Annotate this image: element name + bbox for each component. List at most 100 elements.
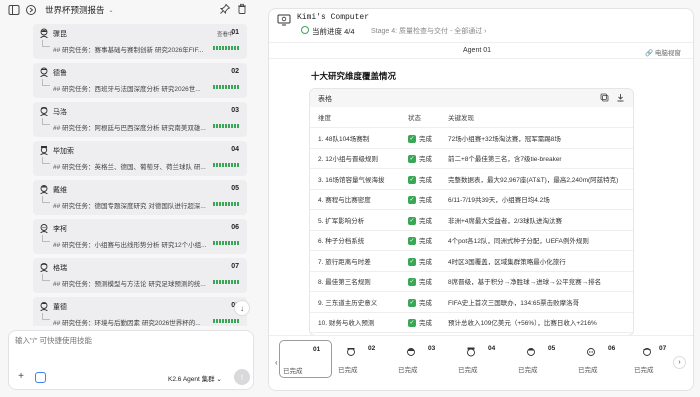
desktop-view-link[interactable]: 🔗 电脑视窗	[645, 47, 681, 57]
status-cell: ✓ 完成	[400, 230, 440, 251]
table-row: 10. 财务与收入预测 ✓ 完成 预计总收入109亿美元（+56%），比赛日收入+21…	[310, 312, 633, 333]
status-cell: ✓ 完成	[400, 250, 440, 272]
thumbnail-status: 已完成	[338, 367, 358, 374]
agent-thumbnail[interactable]: 03 已完成	[395, 340, 448, 378]
finding-cell: 完整数据表，最大92,967座(AT&T)，最高2,240m(阿兹特克)	[440, 168, 633, 190]
agent-thumbnail[interactable]: 05 已完成	[515, 340, 568, 378]
progress-bar	[213, 319, 239, 323]
status-cell: ✓ 完成	[400, 148, 440, 169]
thumbnail-number: 01	[313, 346, 321, 353]
chevron-down-icon[interactable]: ⌄	[109, 7, 114, 14]
finding-cell: 6/11-7/19共39天，小组赛日均4.2场	[440, 189, 633, 210]
table-row: 5. 扩军影响分析 ✓ 完成 非洲+4席最大受益者，2/3球队进淘汰赛	[310, 209, 633, 231]
tree-connector	[42, 40, 50, 47]
add-button[interactable]: +	[15, 371, 27, 383]
thumbnail-number: 03	[428, 345, 436, 352]
check-icon: ✓	[408, 196, 416, 205]
thumbnail-status: 已完成	[283, 368, 303, 375]
chevron-right-icon[interactable]: ›	[673, 356, 686, 369]
pin-icon[interactable]	[219, 3, 231, 15]
chevron-left-icon[interactable]: ‹	[275, 358, 278, 367]
thumbnail-status: 已完成	[634, 367, 654, 374]
new-chat-icon[interactable]	[25, 4, 37, 16]
agent-task: ## 研究任务：阿根廷与巴西深度分析 研究南美双雄...	[53, 125, 206, 132]
progress-bar	[213, 202, 239, 206]
agent-card[interactable]: 李柯 06 ## 研究任务：小组赛与出线形势分析 研究12个小组...	[33, 219, 247, 254]
agent-card[interactable]: 戴维 05 ## 研究任务：德国专题深度研究 对德国队进行超深...	[33, 180, 247, 215]
thumbnail-status: 已完成	[398, 367, 418, 374]
agent-card[interactable]: 毕加索 04 ## 研究任务：英格兰、德国、葡萄牙、荷兰球队 研...	[33, 141, 247, 176]
tree-connector	[42, 196, 50, 203]
desktop-view-label: 电脑视窗	[654, 50, 681, 57]
status-cell: ✓ 完成	[400, 189, 440, 210]
chat-input[interactable]	[15, 335, 249, 359]
progress-status-icon	[301, 26, 309, 34]
document-view: 十大研究维度覆盖情况 表格 维度 状态 关键发现 1. 48队104场赛制 ✓ 完成…	[269, 60, 693, 336]
trash-icon[interactable]	[236, 3, 248, 15]
progress-bar	[213, 46, 239, 50]
send-button[interactable]: ↑	[234, 369, 250, 385]
stage-link[interactable]: Stage 4: 质量检查与交付 - 全部通过 ›	[371, 26, 487, 36]
dimension-cell: 7. 旅行距离与时差	[310, 250, 400, 272]
progress-bar	[213, 85, 239, 89]
column-header: 关键发现	[440, 107, 633, 128]
person-icon	[525, 346, 537, 358]
agent-name: 李柯	[53, 226, 67, 233]
agent-task: ## 研究任务：赛事基础与赛制创新 研究2026年FIF...	[53, 47, 204, 54]
agent-thumbnail[interactable]: 04 已完成	[455, 340, 508, 378]
copy-icon[interactable]	[600, 93, 609, 102]
tree-connector	[42, 157, 50, 164]
scroll-down-button[interactable]: ↓	[234, 300, 250, 316]
sidebar-toggle-icon[interactable]	[8, 4, 20, 16]
agent-number: 06	[231, 224, 239, 231]
status-text: 完成	[419, 299, 432, 307]
agent-task: ## 研究任务：预测模型与方法论 研究足球预测的统...	[53, 281, 206, 288]
agent-number: 07	[231, 263, 239, 270]
table-row: 4. 赛程与比赛密度 ✓ 完成 6/11-7/19共39天，小组赛日均4.2场	[310, 189, 633, 210]
agent-name: 马洛	[53, 109, 67, 116]
finding-cell: 4时区3国覆盖，区域集群策略最小化旅行	[440, 250, 633, 272]
person-icon	[39, 223, 49, 233]
check-icon: ✓	[408, 134, 416, 143]
download-icon[interactable]	[616, 93, 625, 102]
computer-icon	[277, 14, 291, 26]
agent-thumbnail[interactable]: 02 已完成	[335, 340, 388, 378]
thumbnail-number: 05	[548, 345, 556, 352]
dimension-cell: 1. 48队104场赛制	[310, 127, 400, 149]
table-row: 2. 12小组与晋级规则 ✓ 完成 前二+8个最佳第三名，含7级tie-breaker	[310, 148, 633, 169]
person-icon	[39, 184, 49, 194]
agent-card[interactable]: 骤昆 查看中 01 ## 研究任务：赛事基础与赛制创新 研究2026年FIF..…	[33, 24, 247, 59]
agent-number: 04	[231, 146, 239, 153]
agent-card[interactable]: 马洛 03 ## 研究任务：阿根廷与巴西深度分析 研究南美双雄...	[33, 102, 247, 137]
agent-task: ## 研究任务：西班牙与法国深度分析 研究2026世...	[53, 86, 201, 93]
tree-connector	[42, 313, 50, 320]
agent-card[interactable]: 董德 08 ## 研究任务：环境与后勤因素 研究2026世界杯的...	[33, 297, 247, 326]
agent-card[interactable]: 德鲁 02 ## 研究任务：西班牙与法国深度分析 研究2026世...	[33, 63, 247, 98]
document-heading: 十大研究维度覆盖情况	[311, 71, 397, 81]
agent-mode-icon[interactable]	[35, 372, 46, 383]
finding-cell: 预计总收入109亿美元（+56%），比赛日收入+216%	[440, 312, 633, 333]
status-text: 完成	[419, 279, 432, 287]
tree-connector	[42, 118, 50, 125]
progress-label: 当前进度 4/4	[312, 27, 355, 36]
dimension-cell: 5. 扩军影响分析	[310, 209, 400, 231]
agent-thumbnails: 01 已完成 ‹ 02 已完成 03 已完成 04 已完成 05 已完成 06 …	[269, 335, 693, 390]
agent-number: 03	[231, 107, 239, 114]
person-icon	[39, 301, 49, 311]
status-text: 完成	[419, 320, 432, 328]
agent-name: 格瑞	[53, 265, 67, 272]
person-icon	[39, 28, 49, 38]
agent-thumbnail[interactable]: 01 已完成	[279, 340, 332, 378]
status-cell: ✓ 完成	[400, 209, 440, 231]
agent-task: ## 研究任务：环境与后勤因素 研究2026世界杯的...	[53, 320, 201, 326]
agent-thumbnail[interactable]: 07 已完成	[631, 340, 671, 378]
agent-thumbnail[interactable]: 06 已完成	[575, 340, 628, 378]
status-text: 完成	[419, 176, 432, 184]
model-select[interactable]: K2.6 Agent 集群 ⌄	[168, 373, 222, 383]
project-title[interactable]: 世界杯预测报告	[45, 4, 105, 16]
agent-card[interactable]: 格瑞 07 ## 研究任务：预测模型与方法论 研究足球预测的统...	[33, 258, 247, 293]
thumbnail-number: 02	[368, 345, 376, 352]
tree-connector	[42, 79, 50, 86]
agent-name: 毕加索	[53, 148, 74, 155]
person-icon	[585, 346, 597, 358]
